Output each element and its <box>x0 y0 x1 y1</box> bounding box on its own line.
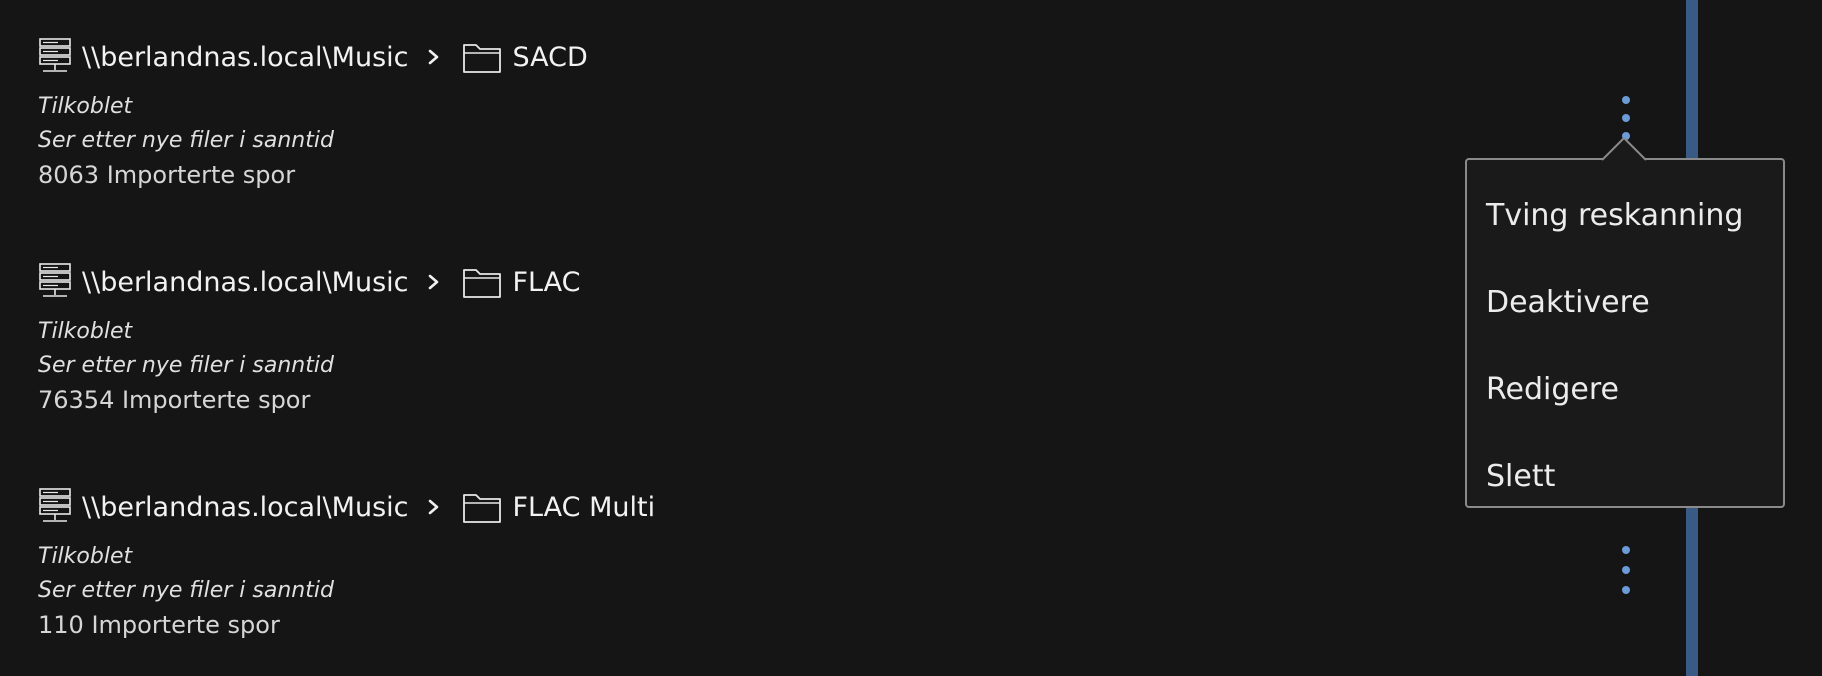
folder-icon <box>463 494 502 523</box>
context-menu: Tving reskanning Deaktivere Redigere Sle… <box>1465 158 1785 508</box>
track-count: 76354 Importerte spor <box>38 386 311 414</box>
server-icon <box>39 488 71 522</box>
watch-status: Ser etter nye filer i sanntid <box>38 353 334 378</box>
folder-name: SACD <box>512 41 588 73</box>
music-folder-item: \\berlandnas.local\Music FLAC Multi Tilk… <box>38 484 1438 642</box>
track-count: 110 Importerte spor <box>38 611 280 639</box>
menu-item-edit[interactable]: Redigere <box>1467 346 1783 433</box>
folder-name: FLAC <box>512 266 581 298</box>
more-vertical-icon-dot <box>1622 586 1630 594</box>
music-folder-item: \\berlandnas.local\Music SACD Tilkoblet … <box>38 34 1438 192</box>
folder-path: \\berlandnas.local\Music FLAC Multi <box>38 484 1438 530</box>
more-options-button[interactable] <box>1616 546 1636 594</box>
folder-icon <box>463 269 502 298</box>
music-folders-page: \\berlandnas.local\Music SACD Tilkoblet … <box>0 0 1822 676</box>
menu-item-delete[interactable]: Slett <box>1467 433 1783 520</box>
folder-icon <box>463 44 502 73</box>
connection-status: Tilkoblet <box>38 544 133 569</box>
menu-item-disable[interactable]: Deaktivere <box>1467 259 1783 346</box>
watch-status: Ser etter nye filer i sanntid <box>38 128 334 153</box>
folder-path: \\berlandnas.local\Music SACD <box>38 34 1438 80</box>
server-path: \\berlandnas.local\Music <box>82 491 409 523</box>
server-path: \\berlandnas.local\Music <box>82 266 409 298</box>
more-vertical-icon-dot <box>1622 566 1630 574</box>
connection-status: Tilkoblet <box>38 94 133 119</box>
track-count: 8063 Importerte spor <box>38 161 296 189</box>
chevron-right-icon <box>429 274 439 290</box>
server-icon <box>39 263 71 297</box>
server-path: \\berlandnas.local\Music <box>82 41 409 73</box>
more-vertical-icon-dot <box>1622 114 1630 122</box>
chevron-right-icon <box>429 49 439 65</box>
more-vertical-icon <box>1622 96 1630 104</box>
server-icon <box>39 38 71 72</box>
folder-name: FLAC Multi <box>512 491 656 523</box>
connection-status: Tilkoblet <box>38 319 133 344</box>
folder-path: \\berlandnas.local\Music FLAC <box>38 259 1438 305</box>
chevron-right-icon <box>429 499 439 515</box>
more-vertical-icon <box>1622 546 1630 554</box>
watch-status: Ser etter nye filer i sanntid <box>38 578 334 603</box>
more-options-button[interactable] <box>1616 96 1636 140</box>
music-folder-item: \\berlandnas.local\Music FLAC Tilkoblet … <box>38 259 1438 417</box>
menu-item-force-rescan[interactable]: Tving reskanning <box>1467 172 1783 259</box>
